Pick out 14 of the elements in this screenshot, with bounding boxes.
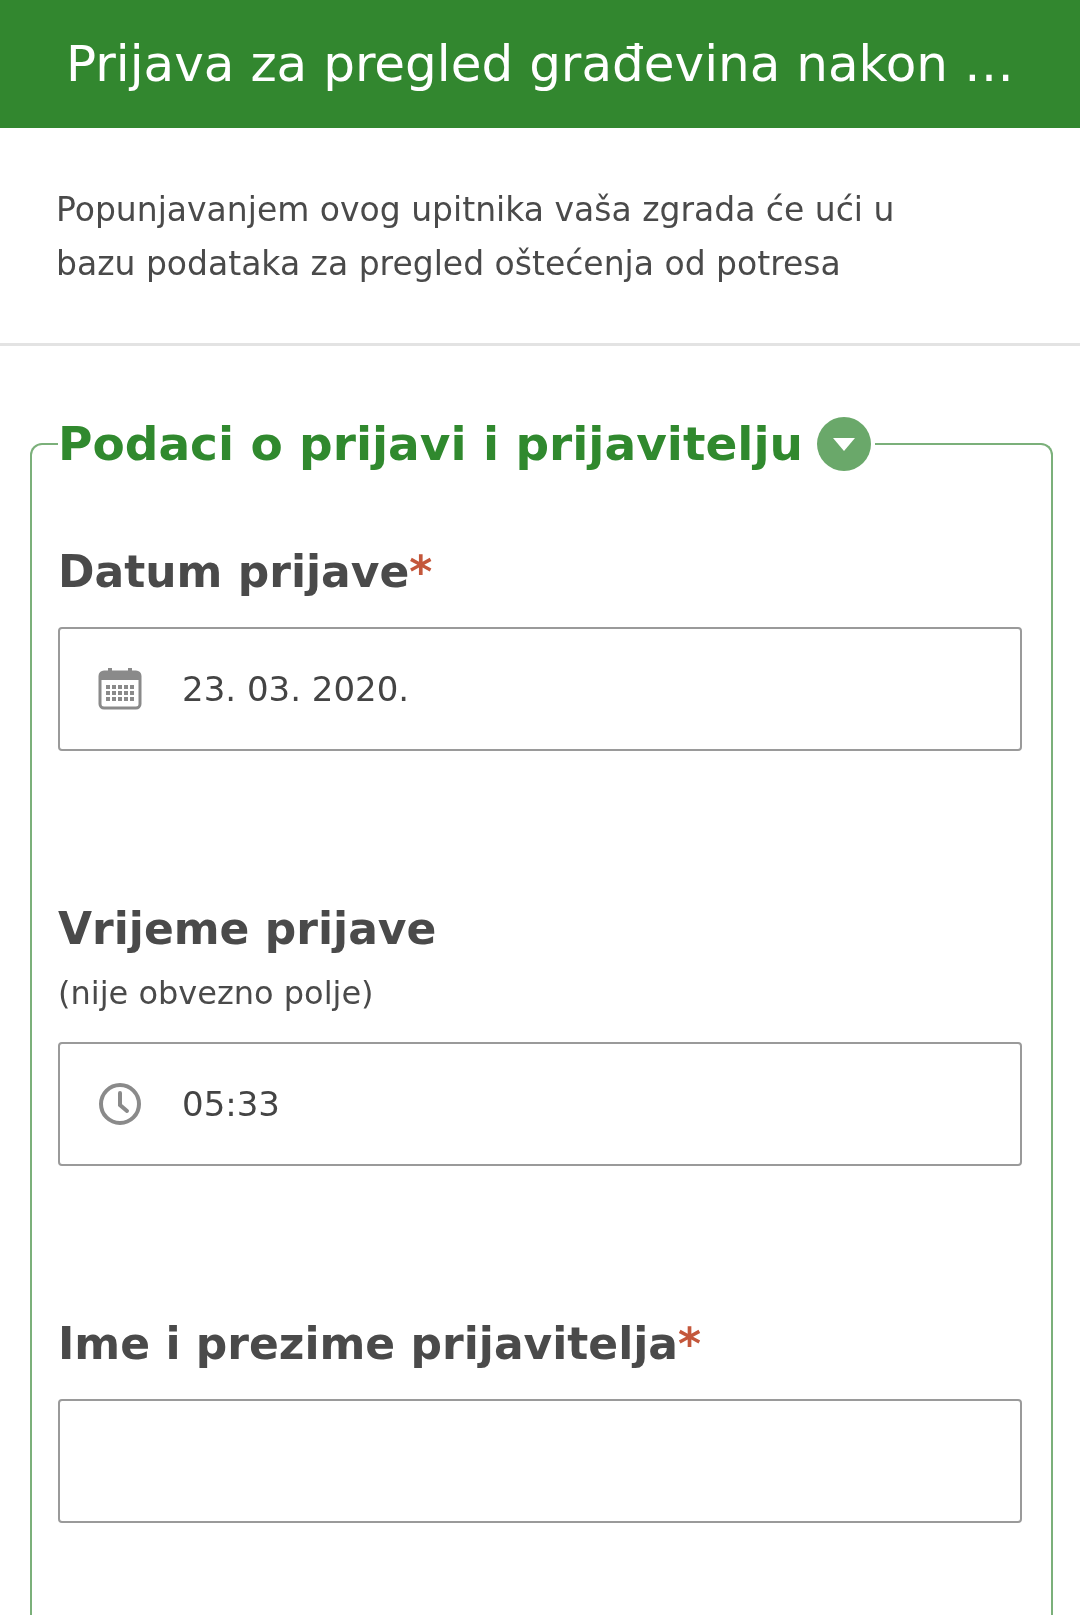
section-title: Podaci o prijavi i prijavitelju (58, 415, 803, 473)
form-title: Prijava za pregled građevina nakon … (66, 35, 1014, 93)
collapse-toggle[interactable] (816, 417, 871, 471)
date-field[interactable]: 23. 03. 2020. (58, 627, 1022, 751)
field-label: Datum prijave* (58, 545, 434, 599)
field-label: Vrijeme prijave (58, 902, 438, 956)
field-label: Ime i prezime prijavitelja* (58, 1317, 703, 1371)
clock-icon (98, 1082, 142, 1126)
chevron-icon (816, 417, 871, 471)
calendar-icon (98, 667, 142, 711)
optional-hint: (nije obvezno polje) (58, 973, 375, 1014)
time-field[interactable]: 05:33 (58, 1042, 1022, 1166)
form-description: Popunjavanjem ovog upitnika vaša zgrada će ući u bazu podataka za pregled oštećenja od potresa (56, 189, 896, 285)
name-field[interactable] (58, 1399, 1022, 1523)
